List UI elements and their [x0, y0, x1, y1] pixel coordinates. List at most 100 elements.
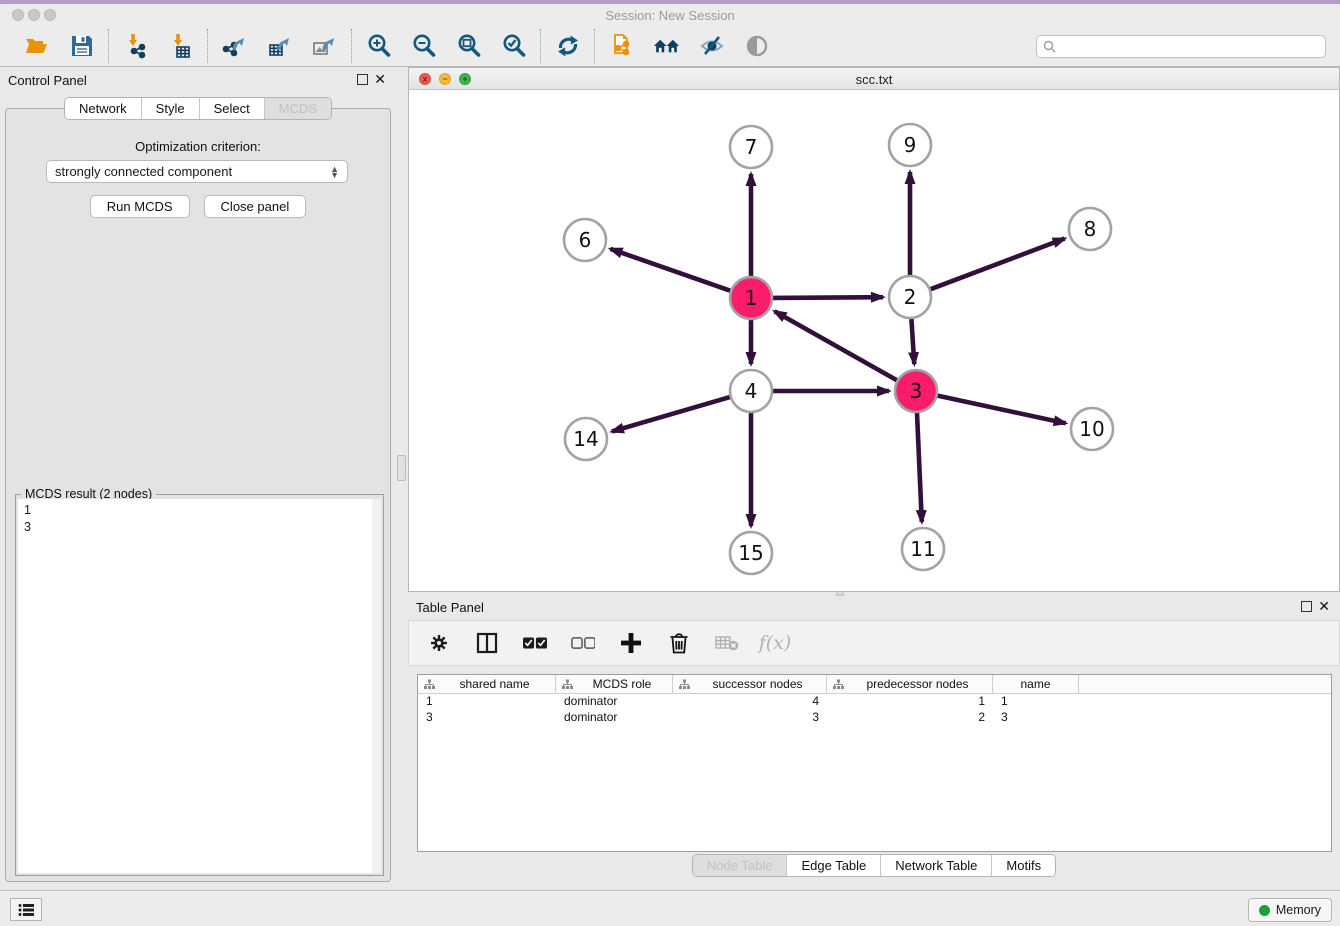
delete-icon[interactable]	[667, 631, 691, 655]
graph-node-8[interactable]: 8	[1069, 208, 1111, 250]
hide-details-icon[interactable]	[698, 33, 725, 60]
edge-3-10[interactable]	[938, 396, 1066, 424]
result-scrollbar[interactable]	[372, 499, 381, 873]
main-titlebar[interactable]: Session: New Session	[0, 4, 1340, 26]
tab-node-table[interactable]: Node Table	[693, 855, 788, 876]
task-history-button[interactable]	[10, 898, 42, 921]
column-header-successor-nodes[interactable]: successor nodes	[673, 675, 827, 693]
tab-select[interactable]: Select	[200, 98, 265, 119]
export-network-icon[interactable]	[221, 33, 248, 60]
tab-network[interactable]: Network	[65, 98, 142, 119]
table-cell[interactable]: 1	[993, 694, 1079, 710]
graph-node-10[interactable]: 10	[1071, 408, 1113, 450]
zoom-selected-icon[interactable]	[500, 33, 527, 60]
edge-3-11[interactable]	[917, 413, 922, 522]
column-header-MCDS-role[interactable]: MCDS role	[556, 675, 673, 693]
table-cell[interactable]: 4	[673, 694, 827, 710]
tab-edge-table[interactable]: Edge Table	[787, 855, 881, 876]
panel-divider-handle[interactable]	[397, 455, 406, 481]
graph-node-4[interactable]: 4	[730, 370, 772, 412]
graph-node-11[interactable]: 11	[902, 528, 944, 570]
graph-node-14[interactable]: 14	[565, 418, 607, 460]
table-panel: Table Panel ✕ f(x) shared nameMCDS roles…	[408, 594, 1340, 890]
network-window-titlebar[interactable]: x − + scc.txt	[409, 68, 1339, 90]
graph-node-1[interactable]: 1	[730, 277, 772, 319]
status-bar: Memory	[0, 890, 1340, 926]
graph-node-7[interactable]: 7	[730, 126, 772, 168]
select-all-icon[interactable]	[523, 631, 547, 655]
table-toolbar: f(x)	[408, 620, 1340, 666]
main-toolbar	[0, 26, 1340, 67]
save-session-icon[interactable]	[68, 33, 95, 60]
table-cell[interactable]: dominator	[556, 710, 673, 726]
graph-node-9[interactable]: 9	[889, 124, 931, 166]
open-file-icon[interactable]	[23, 33, 50, 60]
close-panel-button[interactable]: Close panel	[204, 195, 307, 218]
svg-text:7: 7	[745, 135, 758, 159]
close-panel-icon[interactable]: ✕	[374, 71, 386, 87]
table-cell[interactable]: 1	[418, 694, 556, 710]
table-cell[interactable]: 3	[418, 710, 556, 726]
zoom-fit-icon[interactable]	[455, 33, 482, 60]
edge-1-2[interactable]	[773, 297, 883, 298]
table-cell[interactable]: 2	[827, 710, 993, 726]
svg-text:14: 14	[573, 427, 598, 451]
control-panel: Control Panel ✕ NetworkStyleSelectMCDS O…	[0, 67, 396, 890]
edge-4-14[interactable]	[612, 397, 730, 431]
table-row[interactable]: 3dominator323	[418, 710, 1331, 726]
network-canvas[interactable]: 7 9 6 8 1 2 4 3 14 10 15 11	[409, 90, 1339, 591]
import-network-icon[interactable]	[122, 33, 149, 60]
control-panel-header: Control Panel ✕	[0, 67, 396, 93]
export-table-icon[interactable]	[266, 33, 293, 60]
deselect-all-icon[interactable]	[571, 631, 595, 655]
tab-mcds[interactable]: MCDS	[265, 98, 331, 119]
table-cell[interactable]: 1	[827, 694, 993, 710]
svg-text:3: 3	[910, 379, 923, 403]
search-input[interactable]	[1060, 37, 1319, 55]
zoom-out-icon[interactable]	[410, 33, 437, 60]
column-header-predecessor-nodes[interactable]: predecessor nodes	[827, 675, 993, 693]
copy-network-icon[interactable]	[608, 33, 635, 60]
run-mcds-button[interactable]: Run MCDS	[90, 195, 190, 218]
memory-button[interactable]: Memory	[1248, 898, 1332, 922]
export-image-icon[interactable]	[311, 33, 338, 60]
search-field[interactable]	[1036, 35, 1326, 58]
tab-motifs[interactable]: Motifs	[992, 855, 1055, 876]
graph-node-2[interactable]: 2	[889, 276, 931, 318]
close-table-panel-icon[interactable]: ✕	[1318, 598, 1330, 614]
optimization-criterion-select[interactable]: strongly connected component ▲▼	[46, 160, 348, 183]
mcds-result-list[interactable]: 1 3	[18, 499, 381, 873]
tab-network-table[interactable]: Network Table	[881, 855, 992, 876]
columns-icon[interactable]	[475, 631, 499, 655]
column-header-name[interactable]: name	[993, 675, 1079, 693]
table-cell[interactable]: 3	[673, 710, 827, 726]
edge-2-8[interactable]	[931, 239, 1065, 290]
tab-style[interactable]: Style	[142, 98, 200, 119]
memory-status-icon	[1259, 905, 1270, 916]
zoom-in-icon[interactable]	[365, 33, 392, 60]
edge-2-3[interactable]	[911, 319, 914, 364]
control-panel-title: Control Panel	[8, 73, 87, 88]
list-icon	[18, 903, 34, 917]
svg-text:8: 8	[1084, 217, 1097, 241]
graph-node-6[interactable]: 6	[564, 219, 606, 261]
table-cell[interactable]: 3	[993, 710, 1079, 726]
sort-icon	[679, 679, 690, 690]
graphics-details-icon[interactable]	[743, 33, 770, 60]
column-header-shared-name[interactable]: shared name	[418, 675, 556, 693]
gear-icon[interactable]	[427, 631, 451, 655]
float-table-panel-icon[interactable]	[1301, 601, 1312, 612]
import-table-icon[interactable]	[167, 33, 194, 60]
svg-text:9: 9	[904, 133, 917, 157]
graph-node-3[interactable]: 3	[895, 370, 937, 412]
add-column-icon[interactable]	[619, 631, 643, 655]
graph-node-15[interactable]: 15	[730, 532, 772, 574]
edge-3-1[interactable]	[775, 311, 897, 380]
table-row[interactable]: 1dominator411	[418, 694, 1331, 710]
table-cell[interactable]: dominator	[556, 694, 673, 710]
layout-refresh-icon[interactable]	[554, 33, 581, 60]
optimization-criterion-label: Optimization criterion:	[6, 139, 390, 154]
float-panel-icon[interactable]	[357, 74, 368, 85]
edge-1-6[interactable]	[611, 249, 731, 291]
home-icon[interactable]	[653, 33, 680, 60]
